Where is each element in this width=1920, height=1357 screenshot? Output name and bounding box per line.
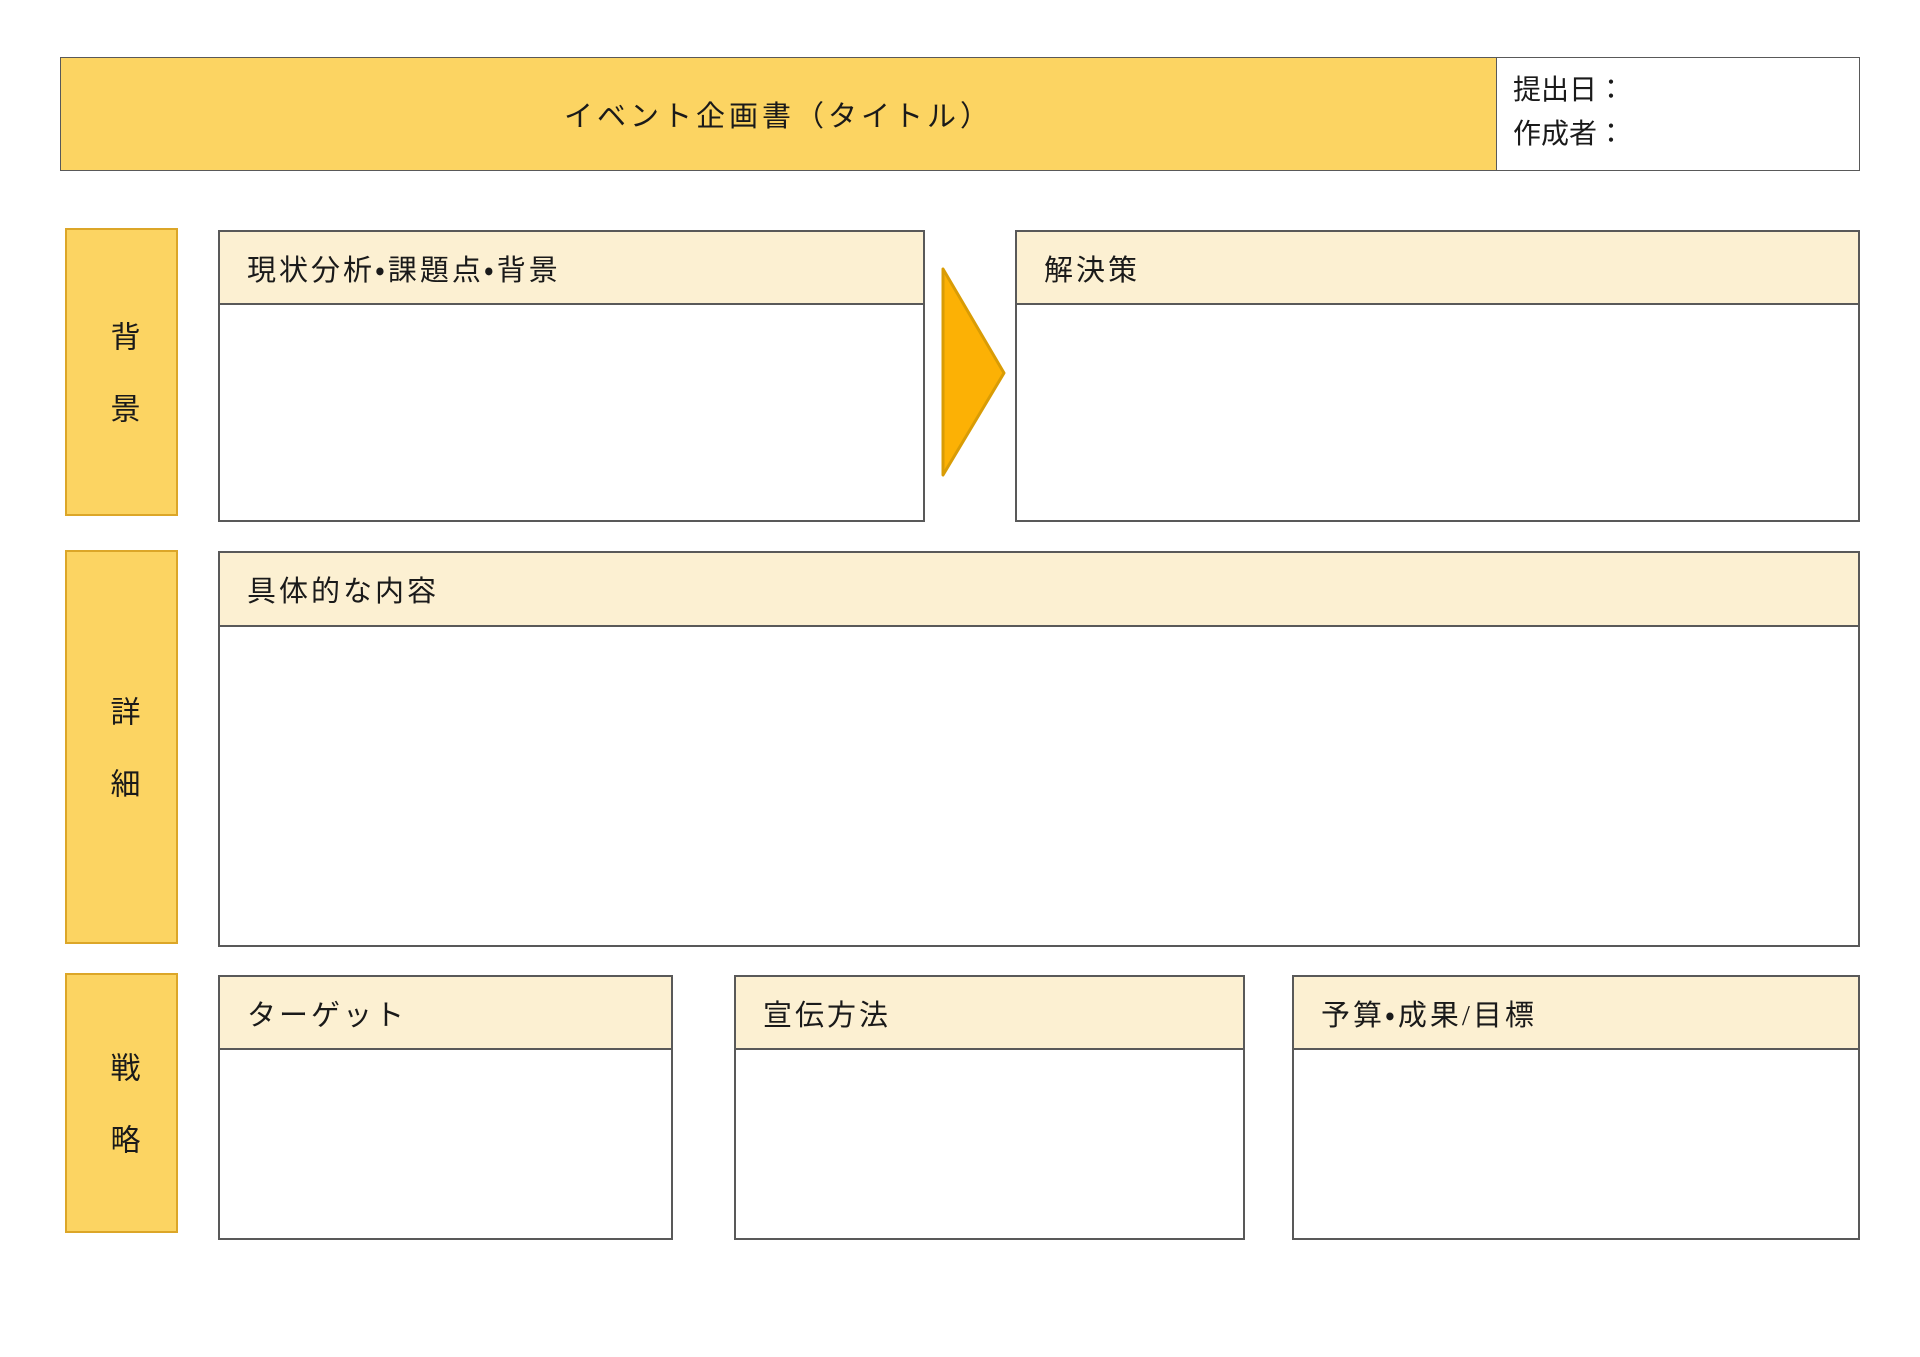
analysis-box: 現状分析・課題点・背景: [218, 230, 925, 522]
section-label-background-text: 背景: [100, 321, 144, 465]
section-label-strategy: 戦略: [65, 973, 178, 1233]
promotion-box: 宣伝方法: [734, 975, 1245, 1240]
solution-input-area[interactable]: [1017, 305, 1858, 520]
budget-box-header: 予算・成果/目標: [1294, 977, 1858, 1050]
author-label[interactable]: 作成者：: [1513, 113, 1849, 157]
section-label-background: 背景: [65, 228, 178, 516]
analysis-input-area[interactable]: [220, 305, 923, 520]
content-input-area[interactable]: [220, 627, 1858, 945]
document-title: イベント企画書（タイトル）: [61, 58, 1496, 170]
section-label-detail: 詳細: [65, 550, 178, 944]
budget-input-area[interactable]: [1294, 1050, 1858, 1238]
promotion-input-area[interactable]: [736, 1050, 1243, 1238]
target-input-area[interactable]: [220, 1050, 671, 1238]
promotion-box-header: 宣伝方法: [736, 977, 1243, 1050]
meta-cell: 提出日： 作成者：: [1496, 58, 1859, 170]
right-arrow-icon: [941, 266, 1007, 478]
target-box: ターゲット: [218, 975, 673, 1240]
event-proposal-sheet: イベント企画書（タイトル） 提出日： 作成者： 背景 現状分析・課題点・背景 解…: [0, 0, 1920, 1357]
budget-box: 予算・成果/目標: [1292, 975, 1860, 1240]
title-bar: イベント企画書（タイトル） 提出日： 作成者：: [60, 57, 1860, 171]
analysis-box-header: 現状分析・課題点・背景: [220, 232, 923, 305]
content-box: 具体的な内容: [218, 551, 1860, 947]
section-label-strategy-text: 戦略: [100, 1052, 144, 1196]
section-label-detail-text: 詳細: [100, 696, 144, 840]
solution-box: 解決策: [1015, 230, 1860, 522]
target-box-header: ターゲット: [220, 977, 671, 1050]
solution-box-header: 解決策: [1017, 232, 1858, 305]
submitted-date-label[interactable]: 提出日：: [1513, 69, 1849, 113]
content-box-header: 具体的な内容: [220, 553, 1858, 627]
